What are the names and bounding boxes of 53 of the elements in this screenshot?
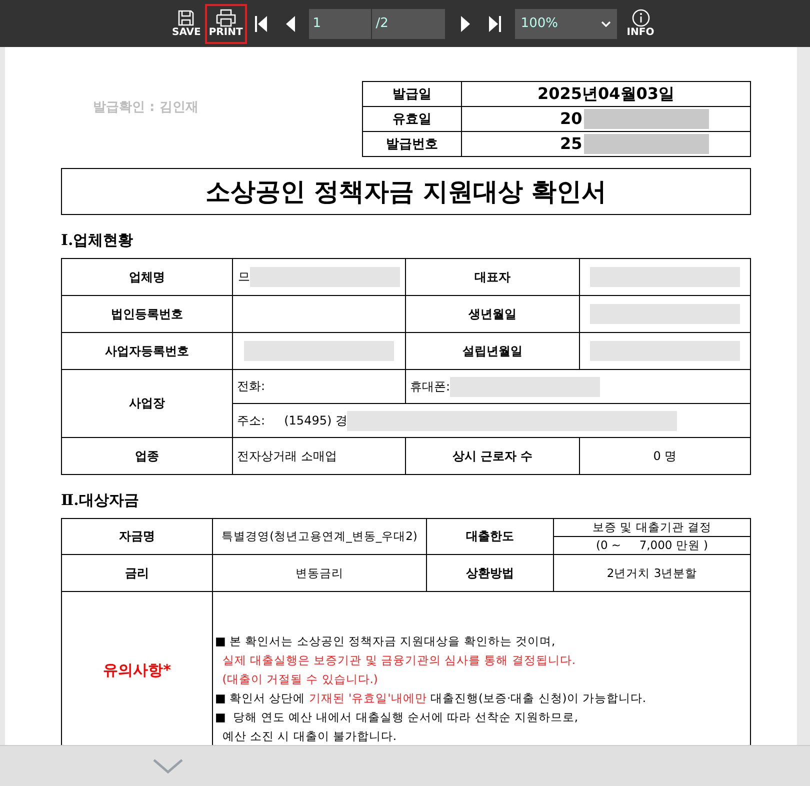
printer-icon bbox=[214, 9, 237, 27]
table-cell: 2025년04월03일 bbox=[462, 82, 750, 106]
document-title: 소상공인 정책자금 지원대상 확인서 bbox=[61, 168, 751, 215]
save-button[interactable]: SAVE bbox=[168, 4, 205, 44]
table-cell: 전화: bbox=[232, 370, 406, 404]
table-cell: 특별경영(청년고용연계_변동_우대2) bbox=[212, 518, 426, 554]
table-cell: 생년월일 bbox=[406, 296, 580, 332]
table-cell: 주소: (15495) 경 bbox=[232, 404, 750, 438]
table-cell: 사업자등록번호 bbox=[62, 332, 232, 370]
note-line: 예산 소진 시 대출이 불가합니다. bbox=[221, 728, 398, 745]
table-cell: 상환방법 bbox=[426, 554, 554, 592]
issuer-note: 발급확인 : 김인재 bbox=[93, 99, 198, 116]
table-cell: 금리 bbox=[62, 554, 212, 592]
print-button[interactable]: PRINT bbox=[204, 4, 247, 44]
chevron-down-icon bbox=[600, 20, 611, 26]
table-cell: 2년거치 3년분할 bbox=[554, 554, 750, 592]
first-page-icon[interactable] bbox=[254, 14, 269, 32]
note-line: 실제 대출실행은 보증기관 및 금융기관의 심사를 통해 결정됩니다. bbox=[221, 652, 577, 669]
table-cell: 발급번호 bbox=[362, 132, 462, 156]
page-number-field[interactable]: 1 bbox=[308, 8, 371, 38]
note-line: ■ 확인서 상단에 기재된 '유효일'내에만 대출진행(보증·대출 신청)이 가능합니다. bbox=[215, 690, 648, 707]
table-cell: 휴대폰: bbox=[406, 370, 750, 404]
table-cell: 전자상거래 소매업 bbox=[232, 438, 406, 474]
next-page-icon[interactable] bbox=[458, 14, 471, 32]
table-cell: 업체명 bbox=[62, 258, 232, 296]
table-cell: 25 bbox=[462, 132, 750, 156]
table-cell: 대표자 bbox=[406, 258, 580, 296]
table-cell: (0 ~ 7,000 만원 ) bbox=[554, 536, 750, 554]
section-heading: Ⅰ.업체현황 bbox=[61, 231, 134, 250]
table-cell: 상시 근로자 수 bbox=[406, 438, 580, 474]
table-cell: 0 명 bbox=[580, 438, 750, 474]
table-cell: 발급일 bbox=[362, 82, 462, 106]
table-cell: 설립년월일 bbox=[406, 332, 580, 370]
table-cell: 사업장 bbox=[62, 370, 232, 438]
table-cell: 변동금리 bbox=[212, 554, 426, 592]
last-page-icon[interactable] bbox=[486, 14, 501, 32]
table-cell: 법인등록번호 bbox=[62, 296, 232, 332]
section-heading: Ⅱ.대상자금 bbox=[61, 491, 140, 510]
table-cell: 20 bbox=[462, 106, 750, 132]
previous-page-icon[interactable] bbox=[284, 14, 297, 32]
table-cell: 자금명 bbox=[62, 518, 212, 554]
zoom-dropdown[interactable]: 100% bbox=[514, 8, 617, 38]
page-total: /2 bbox=[370, 8, 445, 38]
table-cell: 업종 bbox=[62, 438, 232, 474]
table-cell: 대출한도 bbox=[426, 518, 554, 554]
table-cell: 보증 및 대출기관 결정 bbox=[554, 518, 750, 536]
info-icon bbox=[632, 9, 650, 27]
table-cell: 유효일 bbox=[362, 106, 462, 132]
table-cell: 므 bbox=[232, 258, 406, 296]
info-button[interactable]: INFO bbox=[622, 4, 658, 44]
note-line: ■ 당해 연도 예산 내에서 대출실행 순서에 따라 선착순 지원하므로, bbox=[215, 709, 580, 726]
note-line: ■ 본 확인서는 소상공인 정책자금 지원대상을 확인하는 것이며, bbox=[215, 633, 556, 650]
note-line: (대출이 거절될 수 있습니다.) bbox=[221, 671, 379, 688]
